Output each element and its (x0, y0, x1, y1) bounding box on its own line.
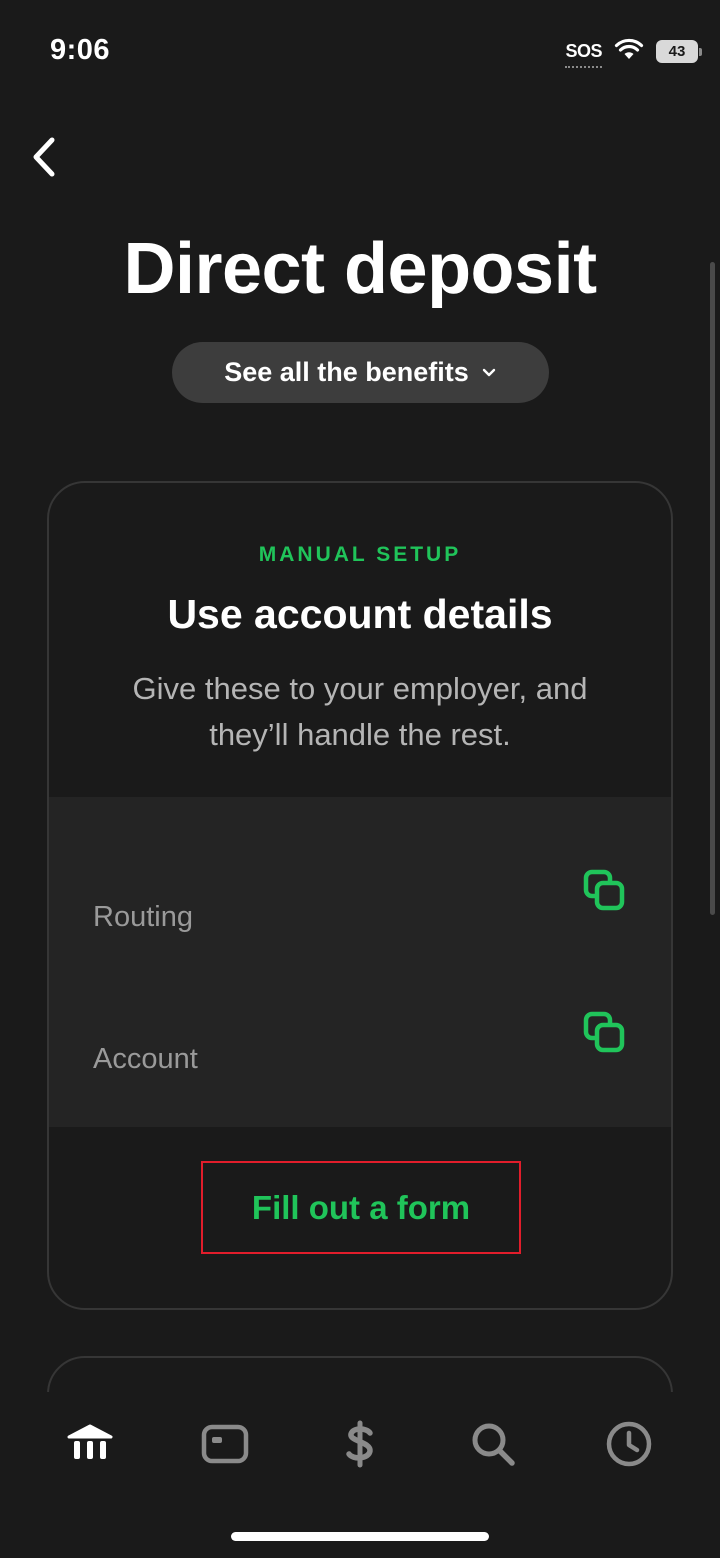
see-benefits-button[interactable]: See all the benefits (172, 342, 549, 403)
account-details: Routing Account (49, 797, 671, 1127)
sos-indicator: SOS (565, 41, 602, 68)
copy-account-button[interactable] (583, 1011, 627, 1055)
dollar-icon (346, 1420, 373, 1468)
see-benefits-label: See all the benefits (224, 357, 469, 387)
copy-routing-button[interactable] (583, 869, 627, 913)
status-icons: SOS 43 (565, 38, 702, 68)
card-eyebrow: MANUAL SETUP (258, 543, 462, 566)
back-button[interactable] (28, 132, 68, 182)
home-indicator[interactable] (231, 1532, 489, 1541)
manual-setup-card: MANUAL SETUP Use account details Give th… (47, 481, 673, 1310)
account-label: Account (93, 1043, 198, 1075)
tab-search[interactable] (467, 1418, 519, 1470)
scrollbar[interactable] (710, 262, 715, 915)
page-title: Direct deposit (123, 229, 597, 309)
routing-label: Routing (93, 901, 193, 933)
status-time: 9:06 (50, 34, 111, 66)
clock-icon (606, 1421, 652, 1467)
wifi-icon (614, 38, 644, 65)
card-heading: Use account details (167, 591, 553, 637)
tab-activity[interactable] (603, 1418, 655, 1470)
screen: 9:06 SOS 43 Direct deposit See all the b… (0, 0, 720, 1558)
tab-banking[interactable] (64, 1418, 116, 1470)
battery-icon: 43 (656, 40, 702, 63)
copy-icon (583, 869, 625, 911)
copy-icon (583, 1011, 625, 1053)
bank-icon (67, 1424, 113, 1459)
fill-out-form-button[interactable]: Fill out a form (201, 1161, 521, 1254)
tab-card[interactable] (199, 1418, 251, 1470)
card-icon (201, 1424, 249, 1464)
chevron-down-icon (482, 368, 495, 376)
tab-money[interactable] (334, 1418, 386, 1470)
search-icon (472, 1423, 515, 1466)
card-description: Give these to your employer, and they’ll… (132, 671, 588, 752)
chevron-left-icon (33, 137, 55, 177)
